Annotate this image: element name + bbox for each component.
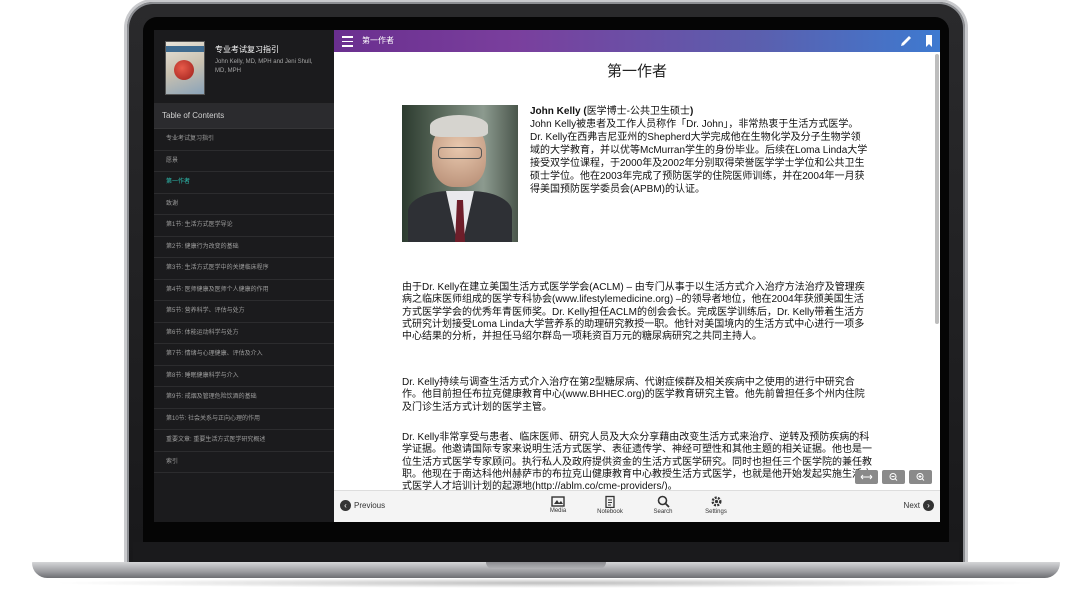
toc-header: Table of Contents (154, 104, 334, 129)
media-label: Media (549, 508, 567, 514)
author-bio: John Kelly (医学博士-公共卫生硕士) John Kelly被患者及工… (530, 105, 870, 196)
toc-item-active[interactable]: 第一作者 (154, 172, 334, 194)
notebook-icon (605, 495, 615, 508)
author-degree: 医学博士-公共卫生硕士 (586, 106, 691, 117)
author-name: John Kelly ( (530, 106, 587, 117)
sidebar: 专业考试复习指引 John Kelly, MD, MPH and Jeni Sh… (154, 30, 334, 522)
paragraph-2: Dr. Kelly持续与调查生活方式介入治疗在第2型糖尿病、代谢症候群及相关疾病… (402, 377, 865, 413)
zoom-out-icon[interactable] (882, 470, 905, 484)
search-icon (657, 495, 670, 508)
toc-item[interactable]: 重要文章: 重要生活方式医学研究概述 (154, 430, 334, 452)
bookmark-icon[interactable] (923, 34, 935, 48)
reader-main: 第一作者 第一作者 John Kelly (医学博士-公共卫生硕士) John … (334, 30, 940, 522)
notebook-label: Notebook (597, 509, 623, 515)
toc-item[interactable]: 第9节: 戒烟及管理危险饮酒的基础 (154, 387, 334, 409)
laptop-shadow (50, 578, 1042, 588)
toc-item[interactable]: 第5节: 营养科学、评估与处方 (154, 301, 334, 323)
toc-item[interactable]: 致谢 (154, 194, 334, 215)
toc-item[interactable]: 第2节: 健康行为改变的基础 (154, 237, 334, 258)
laptop-notch (486, 562, 606, 569)
settings-button[interactable]: Settings (696, 495, 736, 515)
author-degree-close: ) (690, 106, 694, 117)
page-title: 第一作者 (606, 63, 667, 80)
next-label: Next (903, 501, 920, 510)
pencil-icon[interactable] (898, 33, 914, 49)
zoom-in-icon[interactable] (909, 470, 932, 484)
topbar-title: 第一作者 (362, 36, 394, 45)
toc-item[interactable]: 第7节: 情绪与心理健康、评估及介入 (154, 344, 334, 366)
toc-item[interactable]: 专业考试复习指引 (154, 129, 334, 151)
laptop-chin (133, 542, 959, 564)
app-screen: 专业考试复习指引 John Kelly, MD, MPH and Jeni Sh… (154, 30, 940, 522)
settings-label: Settings (705, 509, 727, 515)
chevron-right-icon: › (923, 500, 934, 511)
search-button[interactable]: Search (643, 495, 683, 515)
media-icon (551, 496, 565, 507)
toc-item[interactable]: 愿景 (154, 151, 334, 172)
top-bar: 第一作者 (334, 30, 940, 52)
toc-item[interactable]: 第6节: 体能运动科学与处方 (154, 323, 334, 344)
previous-button[interactable]: ‹ Previous (340, 500, 385, 511)
toc-item[interactable]: 第8节: 睡眠健康科学与介入 (154, 366, 334, 387)
fit-width-icon[interactable] (855, 470, 878, 484)
toc-item[interactable]: 第1节: 生活方式医学导论 (154, 215, 334, 237)
author-portrait (402, 105, 518, 242)
gear-icon (711, 496, 721, 507)
media-button[interactable]: Media (538, 495, 578, 514)
book-cover (165, 41, 205, 95)
previous-label: Previous (354, 501, 386, 510)
hamburger-icon[interactable] (342, 36, 353, 47)
page-content: 第一作者 John Kelly (医学博士-公共卫生硕士) John Kelly… (334, 52, 934, 490)
search-label: Search (653, 509, 673, 515)
toc-item[interactable]: 第10节: 社会关系与正向心理的作用 (154, 409, 334, 430)
book-header[interactable]: 专业考试复习指引 John Kelly, MD, MPH and Jeni Sh… (154, 30, 334, 104)
toc-list: 专业考试复习指引 愿景 第一作者 致谢 第1节: 生活方式医学导论 第2节: 健… (154, 129, 334, 473)
toc-item[interactable]: 第3节: 生活方式医学中的关键临床程序 (154, 258, 334, 280)
book-title: 专业考试复习指引 (215, 45, 279, 54)
paragraph-3: Dr. Kelly非常享受与患者、临床医师、研究人员及大众分享藉由改变生活方式来… (402, 432, 872, 490)
chevron-left-icon: ‹ (340, 500, 351, 511)
scrollbar[interactable] (935, 54, 939, 324)
toc-item[interactable]: 索引 (154, 452, 334, 473)
author-bio-text: John Kelly被患者及工作人员称作「Dr. John」，非常热衷于生活方式… (530, 119, 868, 195)
paragraph-1: 由于Dr. Kelly在建立美国生活方式医学学会(ACLM) – 由专门从事于以… (402, 282, 865, 343)
toc-item[interactable]: 第4节: 医师健康及医师个人健康的作用 (154, 280, 334, 301)
book-authors: John Kelly, MD, MPH and Jeni Shull, MD, … (215, 59, 313, 74)
next-button[interactable]: Next › (904, 500, 934, 511)
bottom-toolbar: ‹ Previous Media Notebook Search Setting… (334, 490, 940, 522)
notebook-button[interactable]: Notebook (590, 495, 630, 515)
